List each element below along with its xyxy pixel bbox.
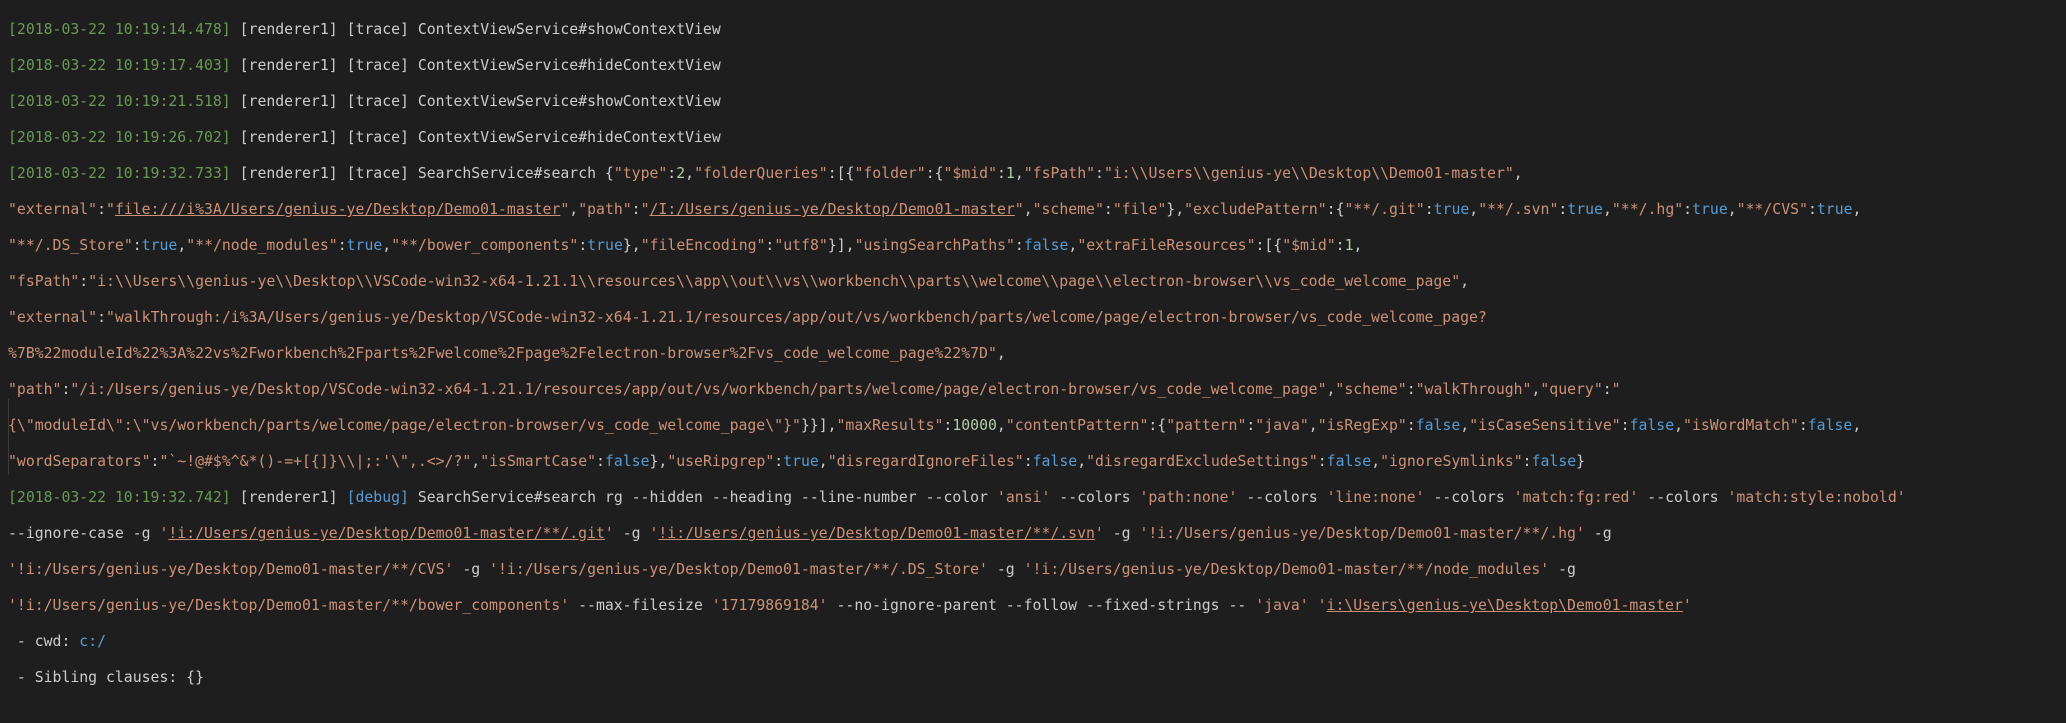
json-value: file bbox=[1121, 201, 1158, 218]
arg-value: 'path:none' bbox=[1139, 489, 1238, 506]
json-value: false bbox=[1326, 453, 1372, 470]
indent-guide bbox=[8, 399, 9, 475]
arg-value: 'match:fg:red' bbox=[1513, 489, 1639, 506]
timestamp: [2018-03-22 10:19:17.403] bbox=[8, 57, 231, 74]
log-message: ContextViewService#showContextView bbox=[417, 93, 721, 110]
json-value: false bbox=[1531, 453, 1577, 470]
log-line: '!i:/Users/genius-ye/Desktop/Demo01-mast… bbox=[8, 597, 1692, 614]
log-line: [2018-03-22 10:19:17.403] [renderer1] [t… bbox=[8, 57, 2066, 75]
log-line: [2018-03-22 10:19:21.518] [renderer1] [t… bbox=[8, 93, 2066, 111]
timestamp: [2018-03-22 10:19:26.702] bbox=[8, 129, 231, 146]
json-value: 2 bbox=[676, 165, 686, 182]
arg-value: 'java' bbox=[1255, 597, 1309, 614]
log-line: "wordSeparators":"`~!@#$%^&*()-=+[{]}\\|… bbox=[8, 453, 1586, 470]
json-value: /i:/Users/genius-ye/Desktop/VSCode-win32… bbox=[79, 381, 1318, 398]
glob-link[interactable]: !i:/Users/genius-ye/Desktop/Demo01-maste… bbox=[658, 525, 1095, 542]
log-level: [trace] bbox=[346, 57, 409, 74]
log-line: '!i:/Users/genius-ye/Desktop/Demo01-mast… bbox=[8, 561, 1576, 578]
log-message: ContextViewService#showContextView bbox=[417, 21, 721, 38]
cwd-value: c:/ bbox=[79, 633, 107, 650]
log-source: [renderer1] bbox=[239, 165, 338, 182]
json-key: **/node_modules bbox=[195, 237, 329, 254]
glob-link[interactable]: !i:/Users/genius-ye/Desktop/Demo01-maste… bbox=[168, 525, 605, 542]
log-message: SearchService#search rg --hidden --headi… bbox=[417, 489, 988, 506]
json-value: i:\\Users\\genius-ye\\Desktop\\VSCode-wi… bbox=[97, 273, 1452, 290]
arg-value: '!i:/Users/genius-ye/Desktop/Demo01-mast… bbox=[1139, 525, 1585, 542]
log-line: %7B%22moduleId%22%3A%22vs%2Fworkbench%2F… bbox=[8, 345, 1006, 362]
json-value: i:\\Users\\genius-ye\\Desktop\\Demo01-ma… bbox=[1112, 165, 1505, 182]
log-line: "path":"/i:/Users/genius-ye/Desktop/VSCo… bbox=[8, 381, 1621, 398]
log-level: [trace] bbox=[346, 21, 409, 38]
json-value: 1 bbox=[1344, 237, 1354, 254]
timestamp: [2018-03-22 10:19:32.742] bbox=[8, 489, 231, 506]
json-value: 1 bbox=[1005, 165, 1015, 182]
log-message: ContextViewService#hideContextView bbox=[417, 129, 721, 146]
json-key: **/.git bbox=[1353, 201, 1416, 218]
arg-value: '17179869184' bbox=[711, 597, 828, 614]
json-value: false bbox=[604, 453, 650, 470]
path-link[interactable]: /I:/Users/genius-ye/Desktop/Demo01-maste… bbox=[650, 201, 1015, 218]
json-value: %7B%22moduleId%22%3A%22vs%2Fworkbench%2F… bbox=[8, 345, 988, 362]
log-line: - cwd: c:/ bbox=[8, 633, 2066, 651]
json-value: {\"moduleId\":\"vs/workbench/parts/welco… bbox=[8, 417, 792, 434]
arg-flags: --no-ignore-parent --follow --fixed-stri… bbox=[836, 597, 1247, 614]
log-line: [2018-03-22 10:19:32.733] [renderer1] [t… bbox=[8, 165, 1523, 182]
log-source: [renderer1] bbox=[239, 21, 338, 38]
log-line: --ignore-case -g '!i:/Users/genius-ye/De… bbox=[8, 525, 1612, 542]
arg-value: '!i:/Users/genius-ye/Desktop/Demo01-mast… bbox=[489, 561, 988, 578]
json-key: **/.DS_Store bbox=[16, 237, 124, 254]
json-value: utf8 bbox=[783, 237, 819, 254]
log-line: "fsPath":"i:\\Users\\genius-ye\\Desktop\… bbox=[8, 273, 1470, 290]
json-value: walkThrough:/i%3A/Users/genius-ye/Deskto… bbox=[114, 309, 1487, 326]
log-message: ContextViewService#hideContextView bbox=[417, 57, 721, 74]
log-line: "**/.DS_Store":true,"**/node_modules":tr… bbox=[8, 237, 1363, 254]
timestamp: [2018-03-22 10:19:14.478] bbox=[8, 21, 231, 38]
log-line: [2018-03-22 10:19:32.742] [renderer1] [d… bbox=[8, 489, 1906, 506]
sibling-clauses: - Sibling clauses: {} bbox=[8, 669, 204, 686]
json-value: 10000 bbox=[952, 417, 997, 434]
log-level: [trace] bbox=[346, 129, 409, 146]
arg-value: 'ansi' bbox=[996, 489, 1051, 506]
arg-value: '!i:/Users/genius-ye/Desktop/Demo01-mast… bbox=[8, 561, 454, 578]
log-line: [2018-03-22 10:19:26.702] [renderer1] [t… bbox=[8, 129, 2066, 147]
json-value: false bbox=[1032, 453, 1078, 470]
json-value: false bbox=[1415, 417, 1461, 434]
json-value: `~!@#$%^&*()-=+[{]}\\|;:'\",.<>/? bbox=[168, 453, 463, 470]
log-source: [renderer1] bbox=[239, 129, 338, 146]
log-line: [2018-03-22 10:19:14.478] [renderer1] [t… bbox=[8, 21, 2066, 39]
json-value: true bbox=[783, 453, 819, 470]
arg-value: 'match:style:nobold' bbox=[1727, 489, 1906, 506]
dir-link[interactable]: i:\Users\genius-ye\Desktop\Demo01-master bbox=[1327, 597, 1683, 614]
arg-value: '!i:/Users/genius-ye/Desktop/Demo01-mast… bbox=[1023, 561, 1550, 578]
log-level: [trace] bbox=[346, 165, 409, 182]
arg-value: 'line:none' bbox=[1326, 489, 1425, 506]
output-panel: [2018-03-22 10:19:14.478] [renderer1] [t… bbox=[0, 0, 2066, 686]
timestamp: [2018-03-22 10:19:21.518] bbox=[8, 93, 231, 110]
log-line: - Sibling clauses: {} bbox=[8, 669, 2066, 687]
log-message: SearchService#search bbox=[417, 165, 597, 182]
json-value: false bbox=[1023, 237, 1069, 254]
cwd-label: - cwd: bbox=[8, 633, 80, 650]
log-level: [debug] bbox=[346, 489, 409, 506]
json-key: **/.svn bbox=[1487, 201, 1550, 218]
log-source: [renderer1] bbox=[239, 489, 338, 506]
log-source: [renderer1] bbox=[239, 57, 338, 74]
json-key: **/CVS bbox=[1745, 201, 1800, 218]
log-line: {\"moduleId\":\"vs/workbench/parts/welco… bbox=[8, 417, 1862, 434]
log-level: [trace] bbox=[346, 93, 409, 110]
json-value: false bbox=[1629, 417, 1675, 434]
json-key: **/bower_components bbox=[400, 237, 570, 254]
json-value: false bbox=[1807, 417, 1853, 434]
json-value: java bbox=[1264, 417, 1300, 434]
log-source: [renderer1] bbox=[239, 93, 338, 110]
timestamp: [2018-03-22 10:19:32.733] bbox=[8, 165, 231, 182]
json-value: walkThrough bbox=[1424, 381, 1523, 398]
json-key: **/.hg bbox=[1620, 201, 1675, 218]
log-line: "external":"walkThrough:/i%3A/Users/geni… bbox=[8, 309, 1487, 326]
log-line: "external":"file:///i%3A/Users/genius-ye… bbox=[8, 201, 1862, 218]
arg-value: '!i:/Users/genius-ye/Desktop/Demo01-mast… bbox=[8, 597, 570, 614]
external-link[interactable]: file:///i%3A/Users/genius-ye/Desktop/Dem… bbox=[115, 201, 560, 218]
